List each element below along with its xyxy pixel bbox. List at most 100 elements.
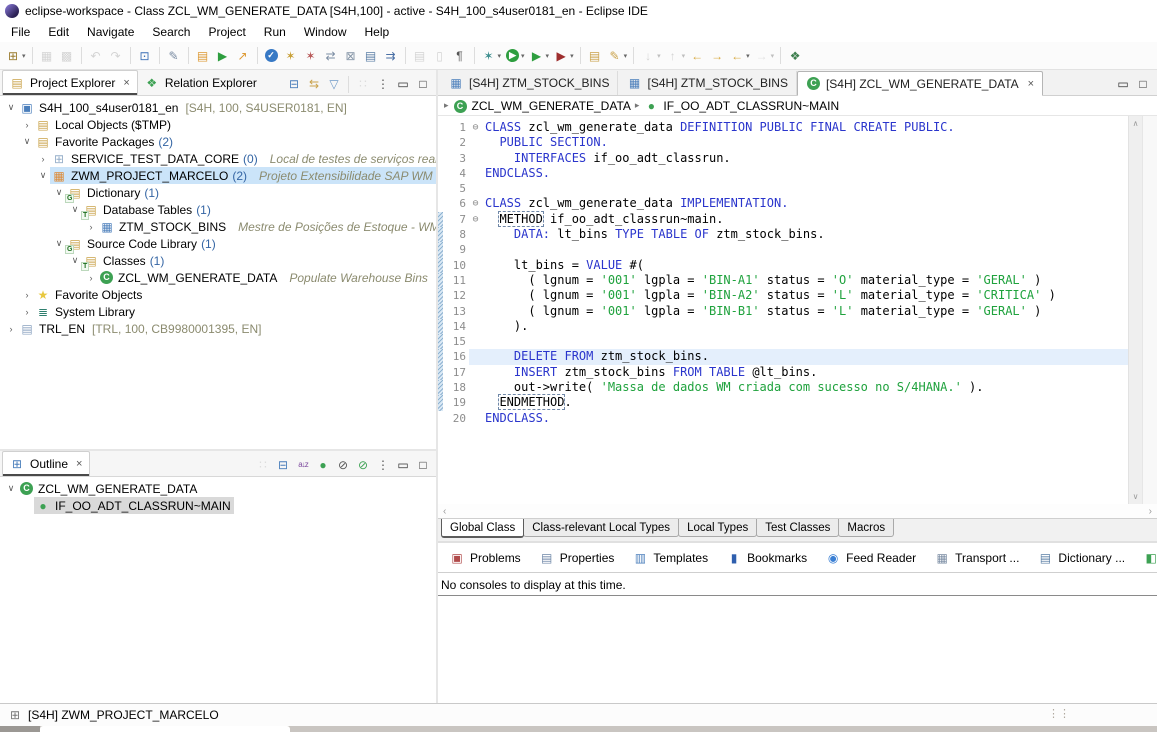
forward-button[interactable]: →: [707, 45, 727, 67]
dropdown-arrow-icon[interactable]: ▾: [657, 52, 661, 60]
back-button[interactable]: ←: [687, 45, 707, 67]
code-line[interactable]: 9: [438, 242, 1128, 257]
tab-macros[interactable]: Macros: [838, 519, 894, 537]
chevron-down-icon[interactable]: ∨: [68, 204, 82, 215]
dropdown-arrow-icon[interactable]: ▾: [746, 52, 750, 60]
code-line[interactable]: 20ENDCLASS.: [438, 411, 1128, 426]
chevron-down-icon[interactable]: ∨: [52, 238, 66, 249]
chevron-right-icon[interactable]: ▸: [635, 100, 640, 111]
debug-button[interactable]: ✶▾: [479, 45, 504, 67]
minimize-button[interactable]: ▭: [1113, 73, 1133, 95]
perspective-button[interactable]: ❖: [785, 45, 805, 67]
close-icon[interactable]: ×: [123, 77, 129, 89]
menu-navigate[interactable]: Navigate: [78, 23, 143, 41]
save-button[interactable]: ▦: [37, 45, 57, 67]
code-line[interactable]: 4ENDCLASS.: [438, 166, 1128, 181]
view-tab-problems[interactable]: ▣Problems: [441, 545, 529, 571]
view-tab-properties[interactable]: ▤Properties: [531, 545, 623, 571]
minimize-button[interactable]: ▭: [393, 454, 413, 476]
tab-project-explorer[interactable]: ▤ Project Explorer ×: [2, 70, 138, 95]
code-line[interactable]: 16 DELETE FROM ztm_stock_bins.: [438, 349, 1128, 364]
menu-help[interactable]: Help: [356, 23, 399, 41]
hide-static-button[interactable]: ⊘: [353, 454, 373, 476]
code-line[interactable]: 7⊖ METHOD if_oo_adt_classrun~main.: [438, 212, 1128, 227]
redo-button[interactable]: ↷: [106, 45, 126, 67]
tab-relation-explorer[interactable]: ❖ Relation Explorer: [138, 71, 264, 95]
scroll-left-icon[interactable]: ‹: [443, 506, 446, 517]
tab-outline[interactable]: ⊞ Outline ×: [2, 451, 90, 476]
lock-button[interactable]: ⊠: [341, 45, 361, 67]
code-line[interactable]: 18 out->write( 'Massa de dados WM criada…: [438, 380, 1128, 395]
view-tab-dictionary[interactable]: ▤Dictionary ...: [1029, 545, 1133, 571]
maximize-button[interactable]: □: [413, 73, 433, 95]
tree-item[interactable]: ›▦ZTM_STOCK_BINSMestre de Posições de Es…: [0, 218, 436, 235]
menu-window[interactable]: Window: [295, 23, 356, 41]
code-line[interactable]: 15: [438, 334, 1128, 349]
code-line[interactable]: 17 INSERT ztm_stock_bins FROM TABLE @lt_…: [438, 365, 1128, 380]
dropdown-arrow-icon[interactable]: ▾: [546, 52, 550, 60]
back-history-button[interactable]: ←▾: [727, 45, 752, 67]
forward-history-button[interactable]: →▾: [752, 45, 777, 67]
fold-collapse-icon[interactable]: ⊖: [469, 212, 482, 227]
tree-item[interactable]: ›⊞SERVICE_TEST_DATA_CORE(0)Local de test…: [0, 150, 436, 167]
dropdown-arrow-icon[interactable]: ▾: [22, 52, 26, 60]
chevron-right-icon[interactable]: ›: [84, 222, 98, 232]
chevron-right-icon[interactable]: ›: [36, 154, 50, 164]
tree-item[interactable]: ∨CZCL_WM_GENERATE_DATA: [0, 480, 436, 497]
tree-item[interactable]: ›▤Local Objects ($TMP): [0, 116, 436, 133]
tree-item[interactable]: ∨▣S4H_100_s4user0181_en[S4H, 100, S4USER…: [0, 99, 436, 116]
tree-item[interactable]: ∨▤TClasses(1): [0, 252, 436, 269]
scroll-down-icon[interactable]: ∨: [1133, 492, 1139, 501]
fold-collapse-icon[interactable]: ⊖: [469, 120, 482, 135]
chevron-down-icon[interactable]: ∨: [52, 187, 66, 198]
breadcrumb-class[interactable]: ZCL_WM_GENERATE_DATA: [472, 99, 631, 113]
tree-item[interactable]: ∨▤GSource Code Library(1): [0, 235, 436, 252]
chevron-down-icon[interactable]: ∨: [4, 102, 18, 113]
dropdown-arrow-icon[interactable]: ▾: [682, 52, 686, 60]
sync-editor-button[interactable]: ▤: [410, 45, 430, 67]
breadcrumb-method[interactable]: IF_OO_ADT_CLASSRUN~MAIN: [663, 99, 839, 113]
chevron-right-icon[interactable]: ›: [84, 273, 98, 283]
tree-item[interactable]: ∨▤GDictionary(1): [0, 184, 436, 201]
code-line[interactable]: 14 ).: [438, 319, 1128, 334]
view-tab-feed-reader[interactable]: ◉Feed Reader: [817, 545, 924, 571]
focus-dots-button[interactable]: ∷: [353, 73, 373, 95]
dropdown-arrow-icon[interactable]: ▾: [624, 52, 628, 60]
chevron-right-icon[interactable]: ›: [20, 120, 34, 130]
tree-item[interactable]: ›★Favorite Objects: [0, 286, 436, 303]
last-edit-button[interactable]: ↓▾: [638, 45, 663, 67]
menu-search[interactable]: Search: [143, 23, 199, 41]
menu-file[interactable]: File: [2, 23, 39, 41]
collapse-all-button[interactable]: ⊟: [273, 454, 293, 476]
tree-item[interactable]: ∨▦ZWM_PROJECT_MARCELO(2)Projeto Extensib…: [0, 167, 436, 184]
chevron-down-icon[interactable]: ∨: [4, 483, 18, 494]
activate-all-button[interactable]: ✶: [281, 45, 301, 67]
sort-az-button[interactable]: a↓z: [293, 454, 313, 476]
view-menu-button[interactable]: ⋮: [373, 454, 393, 476]
editor-tab[interactable]: ▦[S4H] ZTM_STOCK_BINS: [440, 71, 618, 95]
editor-tab[interactable]: ▦[S4H] ZTM_STOCK_BINS: [618, 71, 796, 95]
mass-activate-button[interactable]: ✶: [301, 45, 321, 67]
code-line[interactable]: 1⊖CLASS zcl_wm_generate_data DEFINITION …: [438, 120, 1128, 135]
tree-item[interactable]: ›▤TRL_EN[TRL, 100, CB9980001395, EN]: [0, 320, 436, 337]
tab-class-relevant-local-types[interactable]: Class-relevant Local Types: [523, 519, 679, 537]
link-editor-button[interactable]: ⇆: [304, 73, 324, 95]
scroll-up-icon[interactable]: ∧: [1133, 119, 1139, 128]
save-all-button[interactable]: ▩: [57, 45, 77, 67]
tab-local-types[interactable]: Local Types: [678, 519, 757, 537]
dropdown-arrow-icon[interactable]: ▾: [570, 52, 574, 60]
horizontal-scrollbar[interactable]: ‹ ›: [438, 504, 1157, 518]
collapse-all-button[interactable]: ⊟: [284, 73, 304, 95]
dropdown-arrow-icon[interactable]: ▾: [498, 52, 502, 60]
code-line[interactable]: 3 INTERFACES if_oo_adt_classrun.: [438, 151, 1128, 166]
tree-item[interactable]: ∨▤Favorite Packages(2): [0, 133, 436, 150]
status-sash-handle[interactable]: ⋮⋮: [1048, 707, 1070, 720]
share-link-button[interactable]: ⇉: [381, 45, 401, 67]
undo-button[interactable]: ↶: [86, 45, 106, 67]
hide-nonpublic-button[interactable]: ⊘: [333, 454, 353, 476]
show-source-button[interactable]: ▯: [430, 45, 450, 67]
focus-dots-button[interactable]: ∷: [253, 454, 273, 476]
fold-collapse-icon[interactable]: ⊖: [469, 196, 482, 211]
code-line[interactable]: 10 lt_bins = VALUE #(: [438, 258, 1128, 273]
tab-global-class[interactable]: Global Class: [441, 519, 524, 538]
